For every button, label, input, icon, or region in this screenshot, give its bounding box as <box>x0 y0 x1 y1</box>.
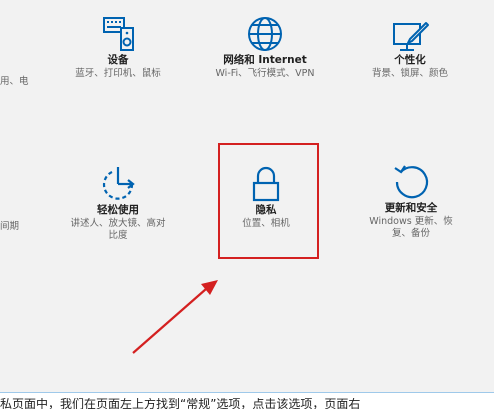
settings-home: 用、电 间期 设备 蓝牙、打印机、鼠标 网络和 Internet Wi-Fi、飞… <box>0 0 494 392</box>
annotation-arrow <box>132 280 218 354</box>
divider <box>0 392 494 393</box>
caption-text: 私页面中，我们在页面左上方找到“常规”选项，点击该选项，页面右 <box>0 398 361 409</box>
